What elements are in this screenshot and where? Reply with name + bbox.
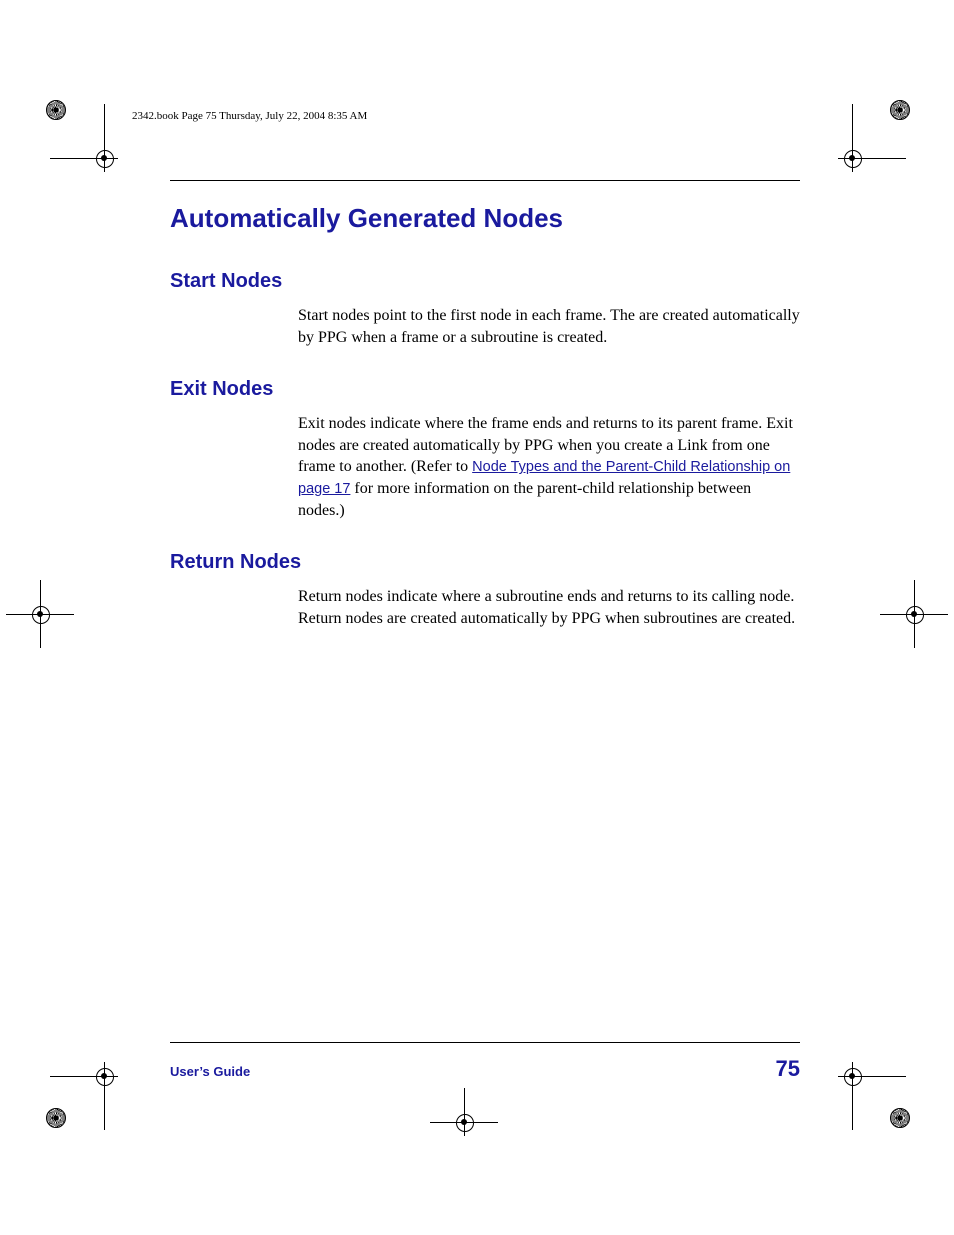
registration-mark-icon — [890, 1108, 910, 1128]
crosshair-icon — [900, 600, 928, 628]
running-head: 2342.book Page 75 Thursday, July 22, 200… — [132, 110, 367, 122]
body-text: for more information on the parent-child… — [298, 480, 751, 519]
body-paragraph: Return nodes indicate where a subroutine… — [298, 586, 800, 629]
registration-mark-icon — [890, 100, 910, 120]
section-heading: Return Nodes — [170, 551, 800, 574]
crosshair-icon — [838, 1062, 866, 1090]
footer-doc-label: User’s Guide — [170, 1064, 250, 1079]
crosshair-icon — [838, 144, 866, 172]
page-footer: User’s Guide 75 — [170, 1056, 800, 1082]
section-heading: Start Nodes — [170, 270, 800, 293]
crosshair-icon — [450, 1108, 478, 1136]
content-area: Automatically Generated Nodes Start Node… — [170, 180, 800, 659]
page-number: 75 — [776, 1056, 800, 1082]
body-text: Start nodes point to the first node in e… — [298, 307, 800, 346]
crosshair-icon — [90, 144, 118, 172]
registration-mark-icon — [46, 100, 66, 120]
page-title: Automatically Generated Nodes — [170, 203, 800, 234]
body-paragraph: Start nodes point to the first node in e… — [298, 305, 800, 348]
horizontal-rule — [170, 180, 800, 181]
crosshair-icon — [90, 1062, 118, 1090]
section-heading: Exit Nodes — [170, 378, 800, 401]
crosshair-icon — [26, 600, 54, 628]
horizontal-rule — [170, 1042, 800, 1043]
body-text: Return nodes indicate where a subroutine… — [298, 588, 795, 627]
registration-mark-icon — [46, 1108, 66, 1128]
body-paragraph: Exit nodes indicate where the frame ends… — [298, 413, 800, 521]
